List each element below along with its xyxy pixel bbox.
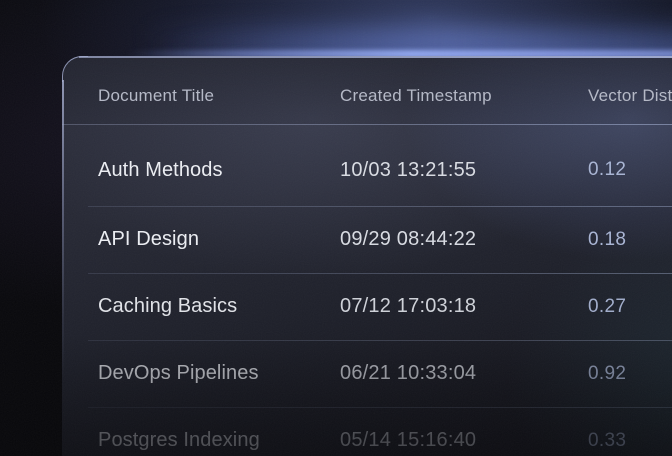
document-title-cell: Postgres Indexing <box>98 429 340 452</box>
timestamp-cell: 05/14 15:16:40 <box>340 429 588 452</box>
document-title-cell: Caching Basics <box>98 295 340 318</box>
column-header-vector-distance: Vector Distance <box>588 86 672 106</box>
vector-distance-cell: 0.33 <box>588 430 672 452</box>
table-row[interactable]: Caching Basics 07/12 17:03:18 0.27 <box>62 273 672 340</box>
panel-top-border <box>79 56 672 58</box>
document-title-cell: Auth Methods <box>98 159 340 182</box>
timestamp-cell: 10/03 13:21:55 <box>340 159 588 182</box>
table-header-row: Document Title Created Timestamp Vector … <box>62 56 672 124</box>
document-title-cell: API Design <box>98 228 340 251</box>
vector-distance-cell: 0.27 <box>588 296 672 318</box>
table-row[interactable]: Postgres Indexing 05/14 15:16:40 0.33 <box>62 407 672 456</box>
vector-distance-cell: 0.18 <box>588 229 672 251</box>
table-row[interactable]: API Design 09/29 08:44:22 0.18 <box>62 206 672 273</box>
timestamp-cell: 06/21 10:33:04 <box>340 362 588 385</box>
row-divider <box>88 273 672 274</box>
row-divider <box>88 407 672 408</box>
vector-distance-cell: 0.92 <box>588 363 672 385</box>
timestamp-cell: 07/12 17:03:18 <box>340 295 588 318</box>
table-row[interactable]: DevOps Pipelines 06/21 10:33:04 0.92 <box>62 340 672 407</box>
row-divider <box>88 206 672 207</box>
vector-distance-cell: 0.12 <box>588 159 672 181</box>
screenshot-stage: Document Title Created Timestamp Vector … <box>0 0 672 456</box>
panel-left-border <box>62 80 64 380</box>
documents-table-panel: Document Title Created Timestamp Vector … <box>62 56 672 456</box>
documents-table: Document Title Created Timestamp Vector … <box>62 56 672 456</box>
column-header-document-title: Document Title <box>98 86 340 106</box>
column-header-created-timestamp: Created Timestamp <box>340 86 588 106</box>
table-row[interactable]: Auth Methods 10/03 13:21:55 0.12 <box>62 125 672 206</box>
document-title-cell: DevOps Pipelines <box>98 362 340 385</box>
row-divider <box>88 340 672 341</box>
panel-corner-border <box>62 56 88 82</box>
timestamp-cell: 09/29 08:44:22 <box>340 228 588 251</box>
